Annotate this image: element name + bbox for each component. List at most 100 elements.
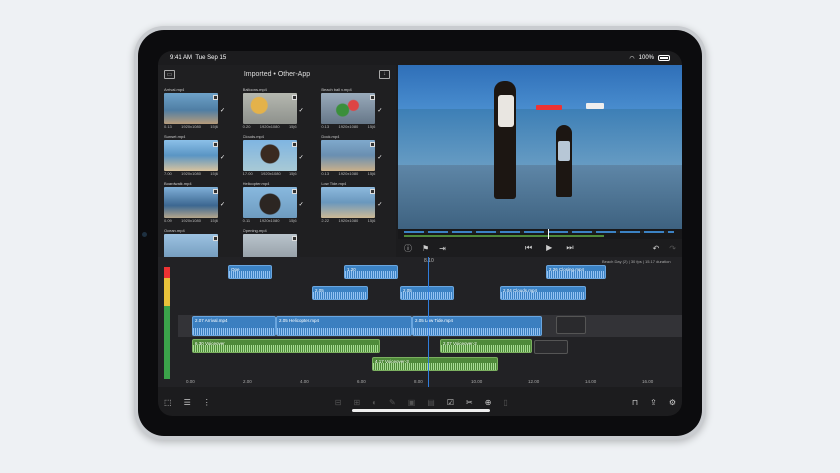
browser-clip[interactable]: Clouds.mp4 17.00 1920x1080 15|6 ✓ (242, 134, 314, 177)
import-icon[interactable]: ↓ (379, 69, 390, 79)
storyline-clip[interactable]: 2.05 Low Tide.mp4 (412, 316, 542, 336)
waveform (441, 345, 531, 352)
favorite-icon[interactable] (291, 142, 297, 147)
connected-clip[interactable]: 2.26 Closing.mp4 (546, 265, 606, 279)
audio-meter (164, 267, 170, 379)
browser-clip[interactable]: Beach ball v.mp4 0.13 1920x1080 15|6 ✓ (321, 87, 392, 130)
detach-icon[interactable]: ⊞ (353, 398, 360, 407)
favorite-icon[interactable] (213, 236, 218, 241)
audio-clip[interactable]: 4.17 Voiceover-3 (372, 357, 498, 371)
connected-clip[interactable]: 1.20 (344, 265, 398, 279)
audio-clip[interactable]: 6.30 Voiceover (192, 339, 380, 353)
clip-resolution: 1920x1080 (338, 171, 359, 176)
browser-clip[interactable]: Dock.mp4 0.13 1920x1080 15|6 ✓ (321, 134, 392, 177)
skip-back-icon[interactable]: ⏮ (525, 243, 532, 253)
clip-thumbnail[interactable] (164, 140, 218, 171)
browser-clip[interactable]: Sunset.mp4 7.00 1920x1080 15|6 ✓ (164, 134, 235, 177)
project-info: Beach Day (2) | 30 fps | 15.17 duration (602, 259, 671, 264)
figure-adult-shirt (498, 95, 514, 127)
delete-icon[interactable]: ▤ (427, 398, 435, 407)
add-icon[interactable]: ⊕ (485, 398, 492, 407)
waveform (501, 292, 585, 299)
share-icon[interactable]: ⇪ (650, 398, 657, 407)
browser-clip[interactable]: Helicopter.mp4 0.11 1920x1080 15|6 ✓ (242, 181, 314, 224)
favorite-icon[interactable] (291, 189, 297, 194)
wifi-icon: ◠ (629, 55, 635, 62)
export-icon[interactable]: ⬚ (164, 398, 172, 407)
favorite-icon[interactable] (291, 95, 297, 100)
status-bar: 9:41 AM Tue Sep 15 ◠ 100% (158, 51, 682, 65)
ruler-tick-label: 6.00 (357, 379, 366, 384)
clip-thumbnail[interactable] (321, 93, 376, 124)
waveform (547, 271, 605, 278)
favorite-icon[interactable] (213, 95, 218, 100)
undo-icon[interactable]: ↶ (653, 244, 660, 253)
split-icon[interactable]: ⊟ (335, 398, 342, 407)
snap-icon[interactable]: ⇥ (439, 244, 446, 253)
playhead[interactable] (428, 257, 429, 387)
clip-thumbnail[interactable] (242, 140, 297, 171)
clip-thumbnail[interactable] (321, 140, 376, 171)
select-icon[interactable]: ☑ (447, 398, 454, 407)
clip-meta: 2.22 1920x1080 15|6 (321, 218, 375, 224)
favorite-icon[interactable] (370, 142, 376, 147)
storyline-clip[interactable]: 2.07 Arrival.mp4 (192, 316, 276, 336)
sidebar-icon[interactable]: ▭ (164, 69, 175, 79)
keyframe-icon[interactable]: ⊓ (632, 398, 638, 407)
clip-grid: Arrival.mp4 0.13 1920x1080 15|6 ✓ Balloons.mp… (164, 87, 392, 271)
clip-meta: 7.00 1920x1080 15|6 (164, 171, 218, 177)
replace-icon[interactable]: ▣ (408, 398, 416, 407)
clip-thumbnail[interactable] (164, 93, 218, 124)
favorite-icon[interactable] (291, 236, 297, 241)
clip-duration: 0.13 (321, 171, 330, 176)
browser-header: ▭ Imported • Other-App ↓ (158, 65, 396, 83)
camera (142, 232, 147, 237)
favorite-icon[interactable] (370, 95, 376, 100)
clip-rate: 15|6 (367, 124, 376, 129)
inspector-icon[interactable]: ☰ (184, 398, 191, 407)
menu-icon[interactable]: ⋮ (203, 398, 211, 407)
connected-clip[interactable]: 2.05 (400, 286, 454, 300)
browser-clip[interactable]: Boardwalk.mp4 0.09 1920x1080 15|6 ✓ (164, 181, 235, 224)
browser-clip[interactable]: Arrival.mp4 0.13 1920x1080 15|6 ✓ (164, 87, 235, 130)
connected-clip[interactable]: 2.05 (312, 286, 368, 300)
video-viewer[interactable] (398, 65, 682, 229)
play-icon[interactable]: ▶ (546, 243, 552, 253)
clip-thumbnail[interactable] (242, 187, 297, 218)
battery-percent: 100% (638, 55, 654, 61)
empty-slot (534, 340, 568, 354)
browser-clip[interactable]: Low Tide.mp4 2.22 1920x1080 15|6 ✓ (321, 181, 392, 224)
skip-forward-icon[interactable]: ⏭ (566, 243, 573, 253)
clip-duration: 7.00 (164, 171, 172, 176)
clip-thumbnail[interactable] (321, 187, 376, 218)
marker-icon[interactable]: ⚑ (422, 244, 429, 253)
clip-meta: 0.09 1920x1080 15|6 (164, 218, 218, 224)
waveform (229, 271, 271, 278)
ruler-tick-label: 16.00 (642, 379, 654, 384)
settings-icon[interactable]: ⚙ (669, 398, 676, 407)
connected-clip[interactable]: 2.04 Clouds.mp4 (500, 286, 586, 300)
mic-icon[interactable]: ▯ (503, 398, 507, 407)
clip-resolution: 1920x1080 (181, 124, 201, 129)
redo-icon[interactable]: ↷ (669, 244, 676, 253)
waveform (373, 363, 497, 370)
audio-clip[interactable]: 2.07 Voiceover-2 (440, 339, 532, 353)
browser-clip[interactable]: Balloons.mp4 0.20 1920x1080 15|6 ✓ (242, 87, 314, 130)
trim-icon[interactable]: ✎ (389, 398, 396, 407)
checkmark-icon: ✓ (377, 155, 383, 161)
viewer-scrubber[interactable] (398, 229, 682, 239)
scissors-icon[interactable]: ✂ (466, 398, 473, 407)
connected-clip[interactable]: Ope (228, 265, 272, 279)
favorite-icon[interactable] (370, 189, 376, 194)
clip-thumbnail[interactable] (242, 93, 297, 124)
timeline-ruler[interactable]: 0.00 2.00 4.00 6.00 8.00 10.00 12.00 14.00 16.00 (178, 379, 682, 387)
storyline-clip[interactable]: 2.05 Helicopter.mp4 (276, 316, 412, 336)
clip-meta: 0.13 1920x1080 15|6 (321, 124, 375, 130)
timeline[interactable]: 8.10 Beach Day (2) | 30 fps | 15.17 dura… (158, 257, 682, 387)
timeline-clip-label: 2.07 Arrival.mp4 (195, 318, 228, 323)
favorite-icon[interactable] (213, 142, 218, 147)
info-icon[interactable]: ⓘ (404, 243, 412, 254)
volume-icon[interactable]: ◐ (372, 398, 377, 407)
clip-thumbnail[interactable] (164, 187, 218, 218)
favorite-icon[interactable] (213, 189, 218, 194)
